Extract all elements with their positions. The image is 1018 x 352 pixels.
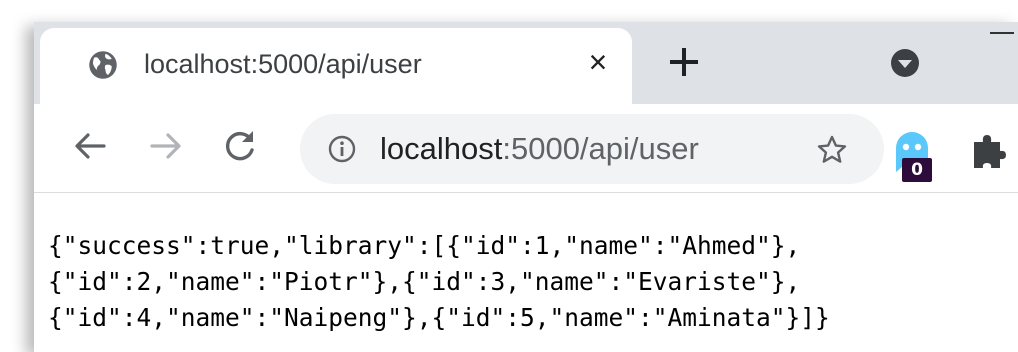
tab-close-button[interactable]: × [580, 44, 616, 80]
bookmark-star-icon[interactable] [816, 134, 848, 166]
minimize-button[interactable] [990, 32, 1014, 34]
browser-window: localhost:5000/api/user × localhost:5000… [34, 22, 1018, 352]
info-icon[interactable] [328, 135, 356, 163]
active-tab[interactable]: localhost:5000/api/user × [40, 28, 632, 104]
url-path: :5000/api/user [502, 131, 699, 166]
url-text[interactable]: localhost:5000/api/user [380, 131, 699, 167]
back-arrow-icon[interactable] [70, 126, 110, 166]
json-line: {"id":2,"name":"Piotr"},{"id":3,"name":"… [48, 267, 801, 296]
address-bar[interactable]: localhost:5000/api/user [300, 114, 884, 184]
tab-strip: localhost:5000/api/user × [34, 22, 1018, 104]
tab-title: localhost:5000/api/user [144, 49, 422, 79]
forward-arrow-icon[interactable] [146, 126, 186, 166]
extension-badge: 0 [902, 158, 932, 182]
json-line: {"id":4,"name":"Naipeng"},{"id":5,"name"… [48, 303, 830, 332]
extensions-puzzle-icon[interactable] [968, 132, 1008, 172]
new-tab-button[interactable] [664, 42, 704, 82]
json-line: {"success":true,"library":[{"id":1,"name… [48, 231, 801, 260]
toolbar: localhost:5000/api/user [34, 104, 1018, 193]
json-response-body: {"success":true,"library":[{"id":1,"name… [48, 228, 830, 336]
tab-search-icon[interactable] [890, 48, 920, 78]
reload-icon[interactable] [220, 126, 260, 166]
globe-icon [89, 51, 117, 79]
url-host: localhost [380, 131, 503, 166]
